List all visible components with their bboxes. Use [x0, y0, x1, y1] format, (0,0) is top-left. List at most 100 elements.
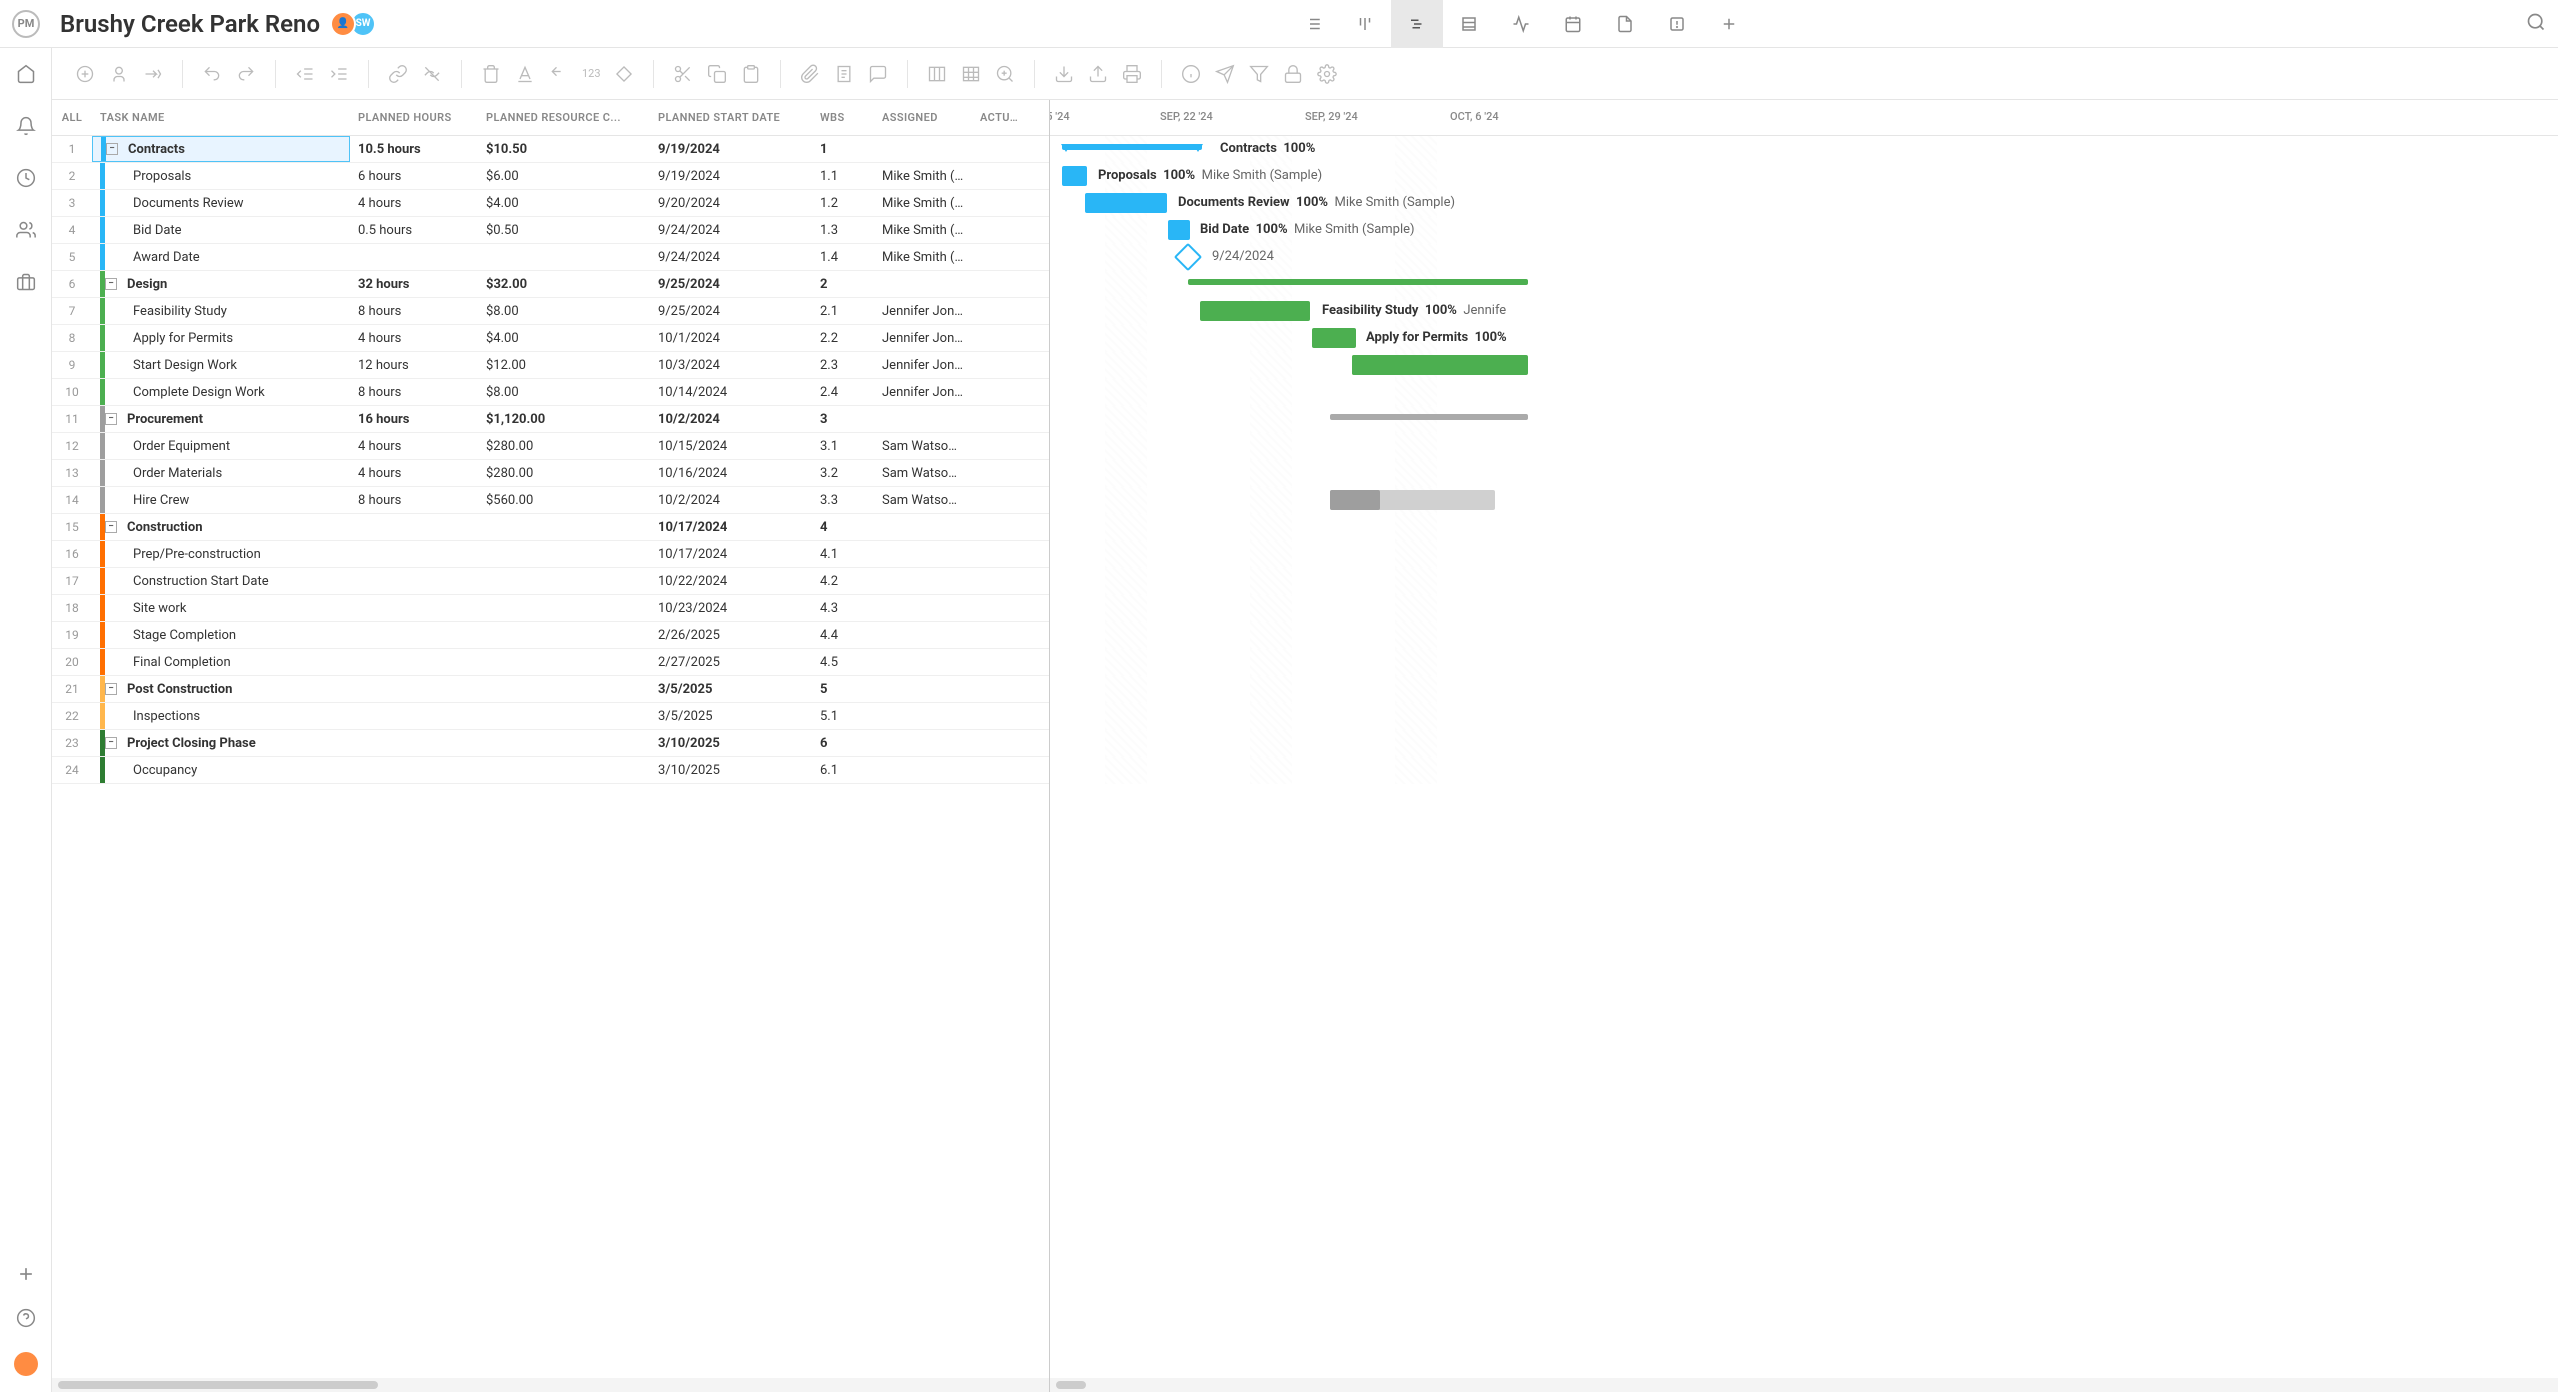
assigned-cell[interactable]: Mike Smith (Sa	[874, 223, 972, 238]
planned-cost-cell[interactable]: $4.00	[478, 196, 650, 211]
wbs-cell[interactable]: 2.2	[812, 331, 874, 346]
nav-time-icon[interactable]	[16, 168, 36, 192]
assigned-cell[interactable]: Jennifer Jones	[874, 385, 972, 400]
wbs-cell[interactable]: 1.2	[812, 196, 874, 211]
planned-hours-cell[interactable]: 4 hours	[350, 466, 478, 481]
task-name-cell[interactable]: Complete Design Work	[92, 379, 350, 405]
task-name-cell[interactable]: −Post Construction	[92, 676, 350, 702]
task-row[interactable]: 11−Procurement16 hours$1,120.0010/2/2024…	[52, 406, 1049, 433]
task-name-cell[interactable]: Occupancy	[92, 757, 350, 783]
task-name-cell[interactable]: Inspections	[92, 703, 350, 729]
planned-cost-cell[interactable]: $1,120.00	[478, 412, 650, 427]
settings-icon[interactable]	[1312, 59, 1342, 89]
add-task-icon[interactable]	[70, 59, 100, 89]
wbs-cell[interactable]: 1.4	[812, 250, 874, 265]
planned-start-cell[interactable]: 3/5/2025	[650, 682, 812, 697]
wbs-cell[interactable]: 4	[812, 520, 874, 535]
col-planned-resource-cost[interactable]: PLANNED RESOURCE C...	[478, 111, 650, 124]
planned-cost-cell[interactable]: $0.50	[478, 223, 650, 238]
view-gantt-icon[interactable]	[1391, 0, 1443, 48]
zoom-icon[interactable]	[990, 59, 1020, 89]
cut-icon[interactable]	[668, 59, 698, 89]
planned-cost-cell[interactable]: $32.00	[478, 277, 650, 292]
collapse-icon[interactable]: −	[105, 521, 117, 533]
wbs-cell[interactable]: 4.3	[812, 601, 874, 616]
task-row[interactable]: 4Bid Date0.5 hours$0.509/24/20241.3Mike …	[52, 217, 1049, 244]
task-name-cell[interactable]: −Contracts	[92, 136, 350, 162]
nav-team-icon[interactable]	[16, 220, 36, 244]
task-name-cell[interactable]: Prep/Pre-construction	[92, 541, 350, 567]
wbs-cell[interactable]: 2.1	[812, 304, 874, 319]
view-board-icon[interactable]	[1339, 0, 1391, 48]
view-sheet-icon[interactable]	[1443, 0, 1495, 48]
planned-hours-cell[interactable]: 4 hours	[350, 439, 478, 454]
assigned-cell[interactable]: Mike Smith (Sa	[874, 250, 972, 265]
collapse-icon[interactable]: −	[106, 143, 118, 155]
redo-forward-icon[interactable]	[138, 59, 168, 89]
task-row[interactable]: 17Construction Start Date10/22/20244.2	[52, 568, 1049, 595]
shape-icon[interactable]	[609, 59, 639, 89]
planned-hours-cell[interactable]: 4 hours	[350, 331, 478, 346]
outdent-icon[interactable]	[290, 59, 320, 89]
comment-icon[interactable]	[863, 59, 893, 89]
planned-start-cell[interactable]: 10/17/2024	[650, 520, 812, 535]
task-name-cell[interactable]: Order Equipment	[92, 433, 350, 459]
planned-cost-cell[interactable]: $12.00	[478, 358, 650, 373]
wbs-cell[interactable]: 1	[812, 142, 874, 157]
notes-icon[interactable]	[829, 59, 859, 89]
gantt-hscrollbar[interactable]	[1050, 1378, 2558, 1392]
planned-hours-cell[interactable]: 4 hours	[350, 196, 478, 211]
wbs-cell[interactable]: 6.1	[812, 763, 874, 778]
task-name-cell[interactable]: Hire Crew	[92, 487, 350, 513]
planned-cost-cell[interactable]: $280.00	[478, 466, 650, 481]
import-icon[interactable]	[1049, 59, 1079, 89]
task-row[interactable]: 13Order Materials4 hours$280.0010/16/202…	[52, 460, 1049, 487]
task-name-cell[interactable]: Award Date	[92, 244, 350, 270]
lock-icon[interactable]	[1278, 59, 1308, 89]
gantt-summary-bar[interactable]	[1330, 414, 1528, 420]
planned-hours-cell[interactable]: 0.5 hours	[350, 223, 478, 238]
planned-cost-cell[interactable]: $280.00	[478, 439, 650, 454]
planned-start-cell[interactable]: 9/19/2024	[650, 169, 812, 184]
task-row[interactable]: 23−Project Closing Phase3/10/20256	[52, 730, 1049, 757]
task-name-cell[interactable]: Apply for Permits	[92, 325, 350, 351]
wbs-cell[interactable]: 1.1	[812, 169, 874, 184]
col-all[interactable]: ALL	[52, 111, 92, 124]
nav-home-icon[interactable]	[16, 64, 36, 88]
collapse-icon[interactable]: −	[105, 413, 117, 425]
wbs-cell[interactable]: 5	[812, 682, 874, 697]
planned-start-cell[interactable]: 3/5/2025	[650, 709, 812, 724]
planned-start-cell[interactable]: 9/24/2024	[650, 250, 812, 265]
task-name-cell[interactable]: Documents Review	[92, 190, 350, 216]
planned-start-cell[interactable]: 9/19/2024	[650, 142, 812, 157]
planned-start-cell[interactable]: 10/23/2024	[650, 601, 812, 616]
task-row[interactable]: 10Complete Design Work8 hours$8.0010/14/…	[52, 379, 1049, 406]
planned-cost-cell[interactable]: $560.00	[478, 493, 650, 508]
planned-start-cell[interactable]: 10/17/2024	[650, 547, 812, 562]
planned-hours-cell[interactable]: 32 hours	[350, 277, 478, 292]
nav-portfolio-icon[interactable]	[16, 272, 36, 296]
view-list-icon[interactable]	[1287, 0, 1339, 48]
task-name-cell[interactable]: −Procurement	[92, 406, 350, 432]
search-icon[interactable]	[2526, 12, 2546, 36]
wbs-cell[interactable]: 1.3	[812, 223, 874, 238]
col-assigned[interactable]: ASSIGNED	[874, 111, 972, 124]
user-avatar[interactable]	[14, 1352, 38, 1376]
planned-cost-cell[interactable]: $6.00	[478, 169, 650, 184]
planned-hours-cell[interactable]: 8 hours	[350, 385, 478, 400]
task-name-cell[interactable]: Bid Date	[92, 217, 350, 243]
planned-start-cell[interactable]: 10/15/2024	[650, 439, 812, 454]
clear-format-icon[interactable]	[544, 59, 574, 89]
view-activity-icon[interactable]	[1495, 0, 1547, 48]
member-avatars[interactable]: 👤 SW	[336, 11, 376, 37]
task-row[interactable]: 24Occupancy3/10/20256.1	[52, 757, 1049, 784]
gantt-task-bar[interactable]	[1200, 301, 1310, 321]
planned-cost-cell[interactable]: $8.00	[478, 385, 650, 400]
filter-icon[interactable]	[1244, 59, 1274, 89]
gantt-task-bar[interactable]	[1168, 220, 1190, 240]
assigned-cell[interactable]: Sam Watson (S	[874, 493, 972, 508]
planned-start-cell[interactable]: 10/2/2024	[650, 412, 812, 427]
gantt-task-bar[interactable]	[1062, 166, 1087, 186]
app-logo[interactable]: PM	[12, 10, 40, 38]
copy-icon[interactable]	[702, 59, 732, 89]
